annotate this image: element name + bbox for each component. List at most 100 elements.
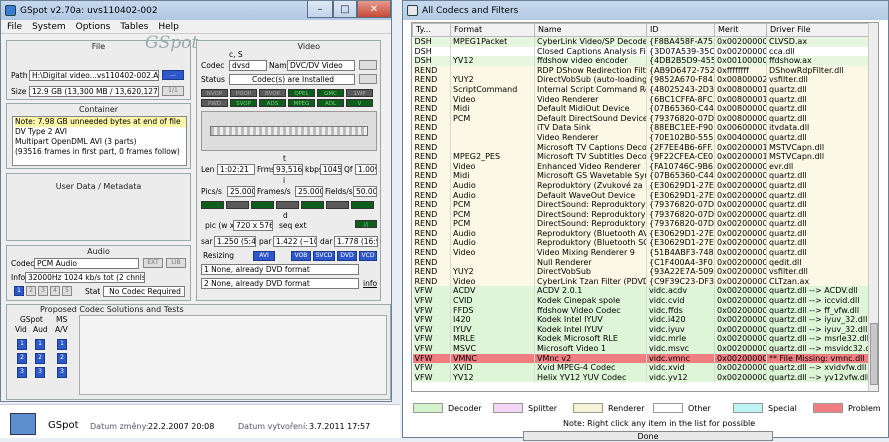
vertical-scrollbar[interactable] xyxy=(868,23,878,391)
codec-row[interactable]: REND YUY2 DirectVobSub {93A22E7A-509... 0x00… xyxy=(412,267,873,277)
codec-row[interactable]: VFW MSVC Microsoft Video 1 vidc.msvc 0x00200… xyxy=(412,344,873,354)
codec-row[interactable]: REND iTV Data Sink {88EBC1EE-F90... 0x00600… xyxy=(412,123,873,133)
aud-test-3[interactable]: 3 xyxy=(35,367,45,378)
codec-row[interactable]: RENDYUY2DirectVobSub (auto-loading v...{… xyxy=(412,75,873,85)
col-name[interactable]: Name xyxy=(534,23,647,37)
vid-test-3[interactable]: 3 xyxy=(17,367,27,378)
scrollbar-thumb[interactable] xyxy=(870,323,878,385)
menu-tables[interactable]: Tables xyxy=(120,22,148,32)
codec-cell: 0x00200000 xyxy=(714,315,767,325)
vid-test-1[interactable]: 1 xyxy=(17,339,27,350)
len-label: Len xyxy=(201,165,215,174)
ms-test-2[interactable]: 2 xyxy=(57,353,67,364)
ms-test-3[interactable]: 3 xyxy=(57,367,67,378)
codec-row[interactable]: RENDPCMDirectSound: Reproduktory (...{79… xyxy=(412,209,873,220)
menu-file[interactable]: File xyxy=(7,22,22,32)
codec-row[interactable]: REND Microsoft TV Captions Decoder{2F7EE4… xyxy=(412,142,873,153)
codec-row[interactable]: REND Video Video Renderer {6BC1CFFA-8FC... 0… xyxy=(412,94,873,105)
audio-stream-2[interactable]: 2 xyxy=(26,286,36,296)
ms-test-1[interactable]: 1 xyxy=(57,339,67,350)
codec-row[interactable]: VFW ACDV ACDV 2.0.1 vidc.acdv 0x00200000 quar… xyxy=(412,286,873,297)
vid-test-2[interactable]: 2 xyxy=(17,353,27,364)
codec-row[interactable]: RENDAudioReproduktory (Bluetooth AV ...{… xyxy=(412,228,873,239)
codec-cell: REND xyxy=(412,132,451,143)
col-format[interactable]: Format xyxy=(450,23,535,37)
codec-row[interactable]: VFW MRLE Kodek Microsoft RLE vidc.mrle 0x002… xyxy=(412,334,873,344)
codec-cell: Video xyxy=(450,276,535,287)
audio-lib-button[interactable]: LIB xyxy=(166,258,186,268)
codec-row[interactable]: RENDPCMDirectSound: Reproduktory (...{79… xyxy=(412,219,873,229)
codec-row[interactable]: RENDAudioReproduktory (Bluetooth SCO...{… xyxy=(412,238,873,249)
codec-row[interactable]: DSH YV12 ffdshow video encoder {4DB2B5D9-45… xyxy=(412,56,873,66)
codec-row[interactable]: REND Null Renderer {C1F400A4-3F0... 0x00200… xyxy=(412,257,873,268)
codec-cell: quartz.dll --> ff_vfw.dll xyxy=(766,305,873,316)
legend-label: Other xyxy=(688,403,711,413)
resize-svcd-button[interactable]: SVCD xyxy=(313,251,335,261)
codec-row[interactable]: REND Video Video Mixing Renderer 9 {51B4ABF… xyxy=(412,248,873,258)
codec-cell: Enhanced Video Renderer xyxy=(534,161,647,172)
codec-row[interactable]: REND Video Enhanced Video Renderer {FA10746… xyxy=(412,161,873,172)
video-ext-button[interactable] xyxy=(359,60,377,70)
codec-cell: cca.dll xyxy=(766,46,873,57)
codec-row[interactable]: DSH MPEG1Packet CyberLink Video/SP Decoder… xyxy=(412,36,873,47)
codec-row[interactable]: REND RDP DShow Redirection Filter {AB9D647… xyxy=(412,65,873,76)
col-id[interactable]: ID xyxy=(646,23,715,37)
codec-row[interactable]: DSH Closed Captions Analysis Filter{3D07A… xyxy=(412,46,873,57)
codec-row[interactable]: REND ScriptCommand Internal Script Command… xyxy=(412,84,873,95)
codec-row[interactable]: RENDPCMDirectSound: Reproduktory (...{79… xyxy=(412,200,873,210)
codec-row[interactable]: VFW FFDS ffdshow Video Codec vidc.ffds 0x002… xyxy=(412,305,873,316)
audio-ext-button[interactable]: EXT xyxy=(143,258,163,268)
codec-cell: REND xyxy=(412,152,451,162)
maximize-button[interactable]: □ xyxy=(333,1,357,18)
codec-row[interactable]: REND Midi Microsoft GS Wavetable Synth {07B… xyxy=(412,171,873,181)
codec-row[interactable]: REND Midi Default MidiOut Device {07B65360-… xyxy=(412,104,873,114)
codec-row[interactable]: VFW I420 Kodek Intel IYUV vidc.i420 0x002000… xyxy=(412,315,873,325)
codec-row[interactable]: VFW XVID Xvid MPEG-4 Codec vidc.xvid 0x00200… xyxy=(412,363,873,373)
path-field[interactable]: H:\Digital video...vs110402-002.AVI xyxy=(29,70,159,81)
codec-cell: vidc.mrle xyxy=(646,334,715,344)
codec-row[interactable]: VFW IYUV Kodek Intel IYUV vidc.iyuv 0x002000… xyxy=(412,324,873,335)
audio-stream-1[interactable]: 1 xyxy=(14,286,24,296)
resize-avi-button[interactable]: AVI xyxy=(253,251,275,261)
codecs-titlebar[interactable]: All Codecs and Filters xyxy=(403,1,888,20)
minimize-button[interactable]: – xyxy=(307,1,333,18)
codec-cell: vidc.acdv xyxy=(646,286,715,297)
codec-row[interactable]: VFW YV12 Helix YV12 YUV Codec vidc.yv12 0x00… xyxy=(412,372,873,383)
codec-row[interactable]: VFW CVID Kodek Cinepak spole vidc.cvid 0x002… xyxy=(412,296,873,306)
aud-test-1[interactable]: 1 xyxy=(35,339,45,350)
resize-vob-button[interactable]: VOB xyxy=(291,251,311,261)
col-merit[interactable]: Merit xyxy=(714,23,767,37)
col-driver[interactable]: Driver File xyxy=(766,23,873,37)
resize-dvd-button[interactable]: DVD xyxy=(337,251,357,261)
codec-cell: 0x00600000 xyxy=(714,123,767,133)
codec-cell: 0x00200000 xyxy=(714,36,767,47)
menu-options[interactable]: Options xyxy=(76,22,111,32)
browse-button[interactable]: ... xyxy=(162,70,184,80)
codec-row[interactable]: REND Audio Reproduktory (Zvukové za {E30629… xyxy=(412,180,873,191)
codec-cell: PCM xyxy=(450,209,535,220)
pic-field: 720 x 576 xyxy=(233,220,273,231)
video-lib-button[interactable] xyxy=(359,74,377,84)
codec-row[interactable]: REND Video Renderer {70E102B0-555... 0x0040… xyxy=(412,132,873,143)
audio-stream-4[interactable]: 4 xyxy=(50,286,60,296)
codec-cell: quartz.dll xyxy=(766,94,873,105)
resize-vcd-button[interactable]: VCD xyxy=(359,251,377,261)
info-link[interactable]: info xyxy=(363,279,377,288)
col-type[interactable]: Ty... xyxy=(412,23,451,37)
codec-row[interactable]: REND Video CyberLink Tzan Filter (PDVD8) {C… xyxy=(412,276,873,287)
audio-stream-5[interactable]: 5 xyxy=(62,286,72,296)
close-button[interactable]: ✕ xyxy=(357,1,391,18)
codec-row[interactable]: REND PCM Default DirectSound Device {793768… xyxy=(412,113,873,124)
timeline-bar[interactable] xyxy=(210,126,368,136)
menu-help[interactable]: Help xyxy=(158,22,179,32)
codec-row[interactable]: VFW VMNC VMnc v2 vidc.vmnc 0x00200000 ** File… xyxy=(412,353,873,364)
audio-pane: Audio Codec PCM Audio EXT LIB Info 32000… xyxy=(6,245,191,301)
codec-cell: 0x00200000 xyxy=(714,267,767,277)
audio-stream-3[interactable]: 3 xyxy=(38,286,48,296)
menu-system[interactable]: System xyxy=(32,22,66,32)
codec-row[interactable]: REND MPEG2_PES Microsoft TV Subtitles Deco… xyxy=(412,152,873,162)
flag-led: SVOP xyxy=(230,99,257,107)
codec-row[interactable]: REND Audio Default WaveOut Device {E30629D1… xyxy=(412,190,873,201)
done-button[interactable]: Done xyxy=(523,431,773,441)
aud-test-2[interactable]: 2 xyxy=(35,353,45,364)
